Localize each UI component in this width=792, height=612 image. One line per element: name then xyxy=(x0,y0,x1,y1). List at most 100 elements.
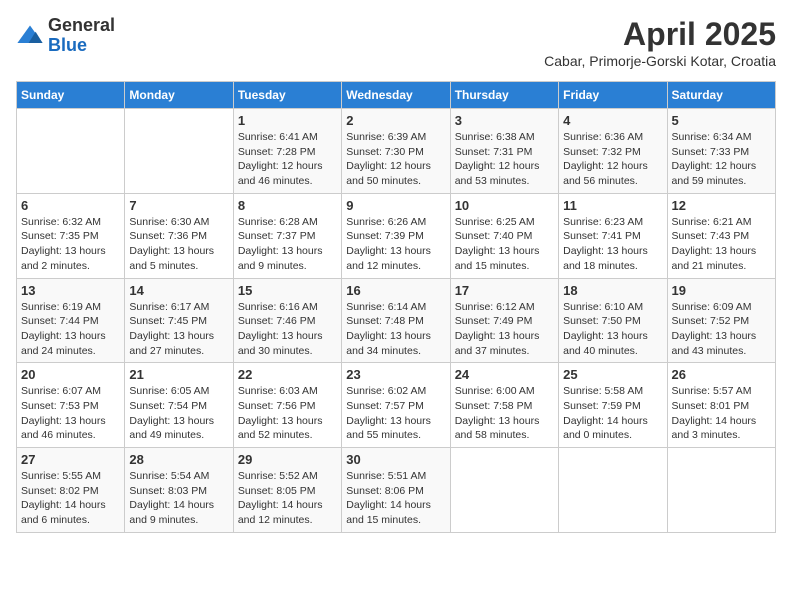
day-info: Sunrise: 5:51 AM Sunset: 8:06 PM Daylight:… xyxy=(346,469,445,528)
calendar-cell: 28Sunrise: 5:54 AMSunset: 8:03 PMDayligh… xyxy=(125,448,233,533)
day-info-line: Daylight: 12 hours and 50 minutes. xyxy=(346,160,431,187)
logo-blue: Blue xyxy=(48,36,115,56)
day-info-line: Sunset: 7:43 PM xyxy=(672,230,750,242)
calendar-cell: 9Sunrise: 6:26 AMSunset: 7:39 PMDaylight… xyxy=(342,193,450,278)
day-info: Sunrise: 6:09 AMSunset: 7:52 PMDaylight:… xyxy=(672,300,771,359)
day-info-line: Sunset: 7:40 PM xyxy=(455,230,533,242)
day-number: 3 xyxy=(455,113,554,128)
day-info-line: Sunrise: 6:02 AM xyxy=(346,385,426,397)
calendar-cell: 17Sunrise: 6:12 AMSunset: 7:49 PMDayligh… xyxy=(450,278,558,363)
logo-general: General xyxy=(48,16,115,36)
day-info-line: Sunset: 7:41 PM xyxy=(563,230,641,242)
day-number: 18 xyxy=(563,283,662,298)
day-info-line: Daylight: 12 hours and 53 minutes. xyxy=(455,160,540,187)
day-info-line: Sunrise: 6:09 AM xyxy=(672,301,752,313)
day-info-line: Sunrise: 6:07 AM xyxy=(21,385,101,397)
day-number: 27 xyxy=(21,452,120,467)
day-info-line: Sunrise: 6:25 AM xyxy=(455,216,535,228)
calendar-cell: 2Sunrise: 6:39 AMSunset: 7:30 PMDaylight… xyxy=(342,109,450,194)
day-info-line: Sunset: 7:59 PM xyxy=(563,400,641,412)
calendar-cell: 18 Sunrise: 6:10 AMSunset: 7:50 PMDayligh… xyxy=(559,278,667,363)
calendar-cell: 1 Sunrise: 6:41 AMSunset: 7:28 PMDaylight… xyxy=(233,109,341,194)
day-info-line: Daylight: 12 hours and 59 minutes. xyxy=(672,160,757,187)
day-number: 1 xyxy=(238,113,337,128)
day-number: 28 xyxy=(129,452,228,467)
day-info-line: Sunset: 7:39 PM xyxy=(346,230,424,242)
calendar-cell: 8Sunrise: 6:28 AMSunset: 7:37 PMDaylight… xyxy=(233,193,341,278)
calendar-cell: 12Sunrise: 6:21 AMSunset: 7:43 PMDayligh… xyxy=(667,193,775,278)
day-info-line: Daylight: 12 hours and 56 minutes. xyxy=(563,160,648,187)
day-info: Sunrise: 6:10 AMSunset: 7:50 PMDaylight:… xyxy=(563,300,662,359)
day-info-line: Daylight: 14 hours and 15 minutes. xyxy=(346,499,431,526)
day-info-line: Sunrise: 6:26 AM xyxy=(346,216,426,228)
day-info-line: Sunrise: 6:19 AM xyxy=(21,301,101,313)
col-saturday: Saturday xyxy=(667,82,775,109)
day-info: Sunrise: 6:05 AMSunset: 7:54 PMDaylight:… xyxy=(129,384,228,443)
calendar-cell: 15Sunrise: 6:16 AMSunset: 7:46 PMDayligh… xyxy=(233,278,341,363)
day-info-line: Daylight: 13 hours and 24 minutes. xyxy=(21,330,106,357)
day-info-line: Sunset: 7:37 PM xyxy=(238,230,316,242)
day-info-line: Sunset: 8:02 PM xyxy=(21,485,99,497)
day-info-line: Daylight: 13 hours and 5 minutes. xyxy=(129,245,214,272)
day-info-line: Sunset: 7:44 PM xyxy=(21,315,99,327)
calendar-week-1: 1 Sunrise: 6:41 AMSunset: 7:28 PMDaylight… xyxy=(17,109,776,194)
calendar-week-4: 20Sunrise: 6:07 AMSunset: 7:53 PMDayligh… xyxy=(17,363,776,448)
day-info: Sunrise: 6:41 AMSunset: 7:28 PMDaylight:… xyxy=(238,130,337,189)
day-info-line: Sunrise: 6:21 AM xyxy=(672,216,752,228)
calendar-cell: 4Sunrise: 6:36 AMSunset: 7:32 PMDaylight… xyxy=(559,109,667,194)
day-info: Sunrise: 6:12 AMSunset: 7:49 PMDaylight:… xyxy=(455,300,554,359)
day-info: Sunrise: 6:07 AMSunset: 7:53 PMDaylight:… xyxy=(21,384,120,443)
day-info-line: Sunrise: 6:05 AM xyxy=(129,385,209,397)
day-number: 16 xyxy=(346,283,445,298)
calendar-cell: 24Sunrise: 6:00 AMSunset: 7:58 PMDayligh… xyxy=(450,363,558,448)
day-info-line: Sunset: 8:05 PM xyxy=(238,485,316,497)
day-info-line: Daylight: 13 hours and 46 minutes. xyxy=(21,415,106,442)
day-info-line: Daylight: 12 hours and 46 minutes. xyxy=(238,160,323,187)
day-info-line: Sunset: 7:33 PM xyxy=(672,146,750,158)
day-info-line: Daylight: 13 hours and 43 minutes. xyxy=(672,330,757,357)
day-number: 12 xyxy=(672,198,771,213)
day-info-line: Daylight: 14 hours and 9 minutes. xyxy=(129,499,214,526)
day-number: 7 xyxy=(129,198,228,213)
day-info-line: Sunrise: 6:03 AM xyxy=(238,385,318,397)
day-info-line: Sunrise: 6:14 AM xyxy=(346,301,426,313)
day-number: 5 xyxy=(672,113,771,128)
day-number: 26 xyxy=(672,367,771,382)
day-number: 30 xyxy=(346,452,445,467)
day-info-line: Daylight: 13 hours and 58 minutes. xyxy=(455,415,540,442)
day-info-line: Sunset: 7:50 PM xyxy=(563,315,641,327)
calendar-cell xyxy=(125,109,233,194)
day-number: 29 xyxy=(238,452,337,467)
day-info-line: Sunset: 8:03 PM xyxy=(129,485,207,497)
day-info-line: Sunrise: 6:32 AM xyxy=(21,216,101,228)
day-info: Sunrise: 6:36 AM Sunset: 7:32 PM Daylight:… xyxy=(563,130,662,189)
calendar-header: Sunday Monday Tuesday Wednesday Thursday… xyxy=(17,82,776,109)
col-monday: Monday xyxy=(125,82,233,109)
day-info-line: Daylight: 13 hours and 34 minutes. xyxy=(346,330,431,357)
day-info-line: Sunset: 8:06 PM xyxy=(346,485,424,497)
day-info-line: Sunrise: 6:30 AM xyxy=(129,216,209,228)
title-block: April 2025 Cabar, Primorje-Gorski Kotar,… xyxy=(544,16,776,69)
day-info-line: Sunset: 7:56 PM xyxy=(238,400,316,412)
day-info-line: Daylight: 13 hours and 27 minutes. xyxy=(129,330,214,357)
calendar-cell xyxy=(17,109,125,194)
day-info-line: Sunrise: 6:38 AM xyxy=(455,131,535,143)
day-number: 14 xyxy=(129,283,228,298)
calendar-week-2: 6Sunrise: 6:32 AMSunset: 7:35 PMDaylight… xyxy=(17,193,776,278)
day-info: Sunrise: 5:57 AMSunset: 8:01 PMDaylight:… xyxy=(672,384,771,443)
day-info-line: Daylight: 13 hours and 12 minutes. xyxy=(346,245,431,272)
calendar-table: Sunday Monday Tuesday Wednesday Thursday… xyxy=(16,81,776,533)
day-info-line: Sunset: 7:32 PM xyxy=(563,146,641,158)
day-info-line: Sunrise: 6:36 AM xyxy=(563,131,643,143)
day-info: Sunrise: 5:58 AMSunset: 7:59 PMDaylight:… xyxy=(563,384,662,443)
day-info-line: Sunset: 7:35 PM xyxy=(21,230,99,242)
day-info-line: Sunrise: 5:51 AM xyxy=(346,470,426,482)
day-info: Sunrise: 6:02 AMSunset: 7:57 PMDaylight:… xyxy=(346,384,445,443)
col-friday: Friday xyxy=(559,82,667,109)
day-info-line: Daylight: 13 hours and 52 minutes. xyxy=(238,415,323,442)
day-info-line: Daylight: 13 hours and 40 minutes. xyxy=(563,330,648,357)
day-info-line: Sunrise: 5:55 AM xyxy=(21,470,101,482)
col-tuesday: Tuesday xyxy=(233,82,341,109)
calendar-body: 1 Sunrise: 6:41 AMSunset: 7:28 PMDaylight… xyxy=(17,109,776,533)
calendar-cell: 26 Sunrise: 5:57 AMSunset: 8:01 PMDayligh… xyxy=(667,363,775,448)
